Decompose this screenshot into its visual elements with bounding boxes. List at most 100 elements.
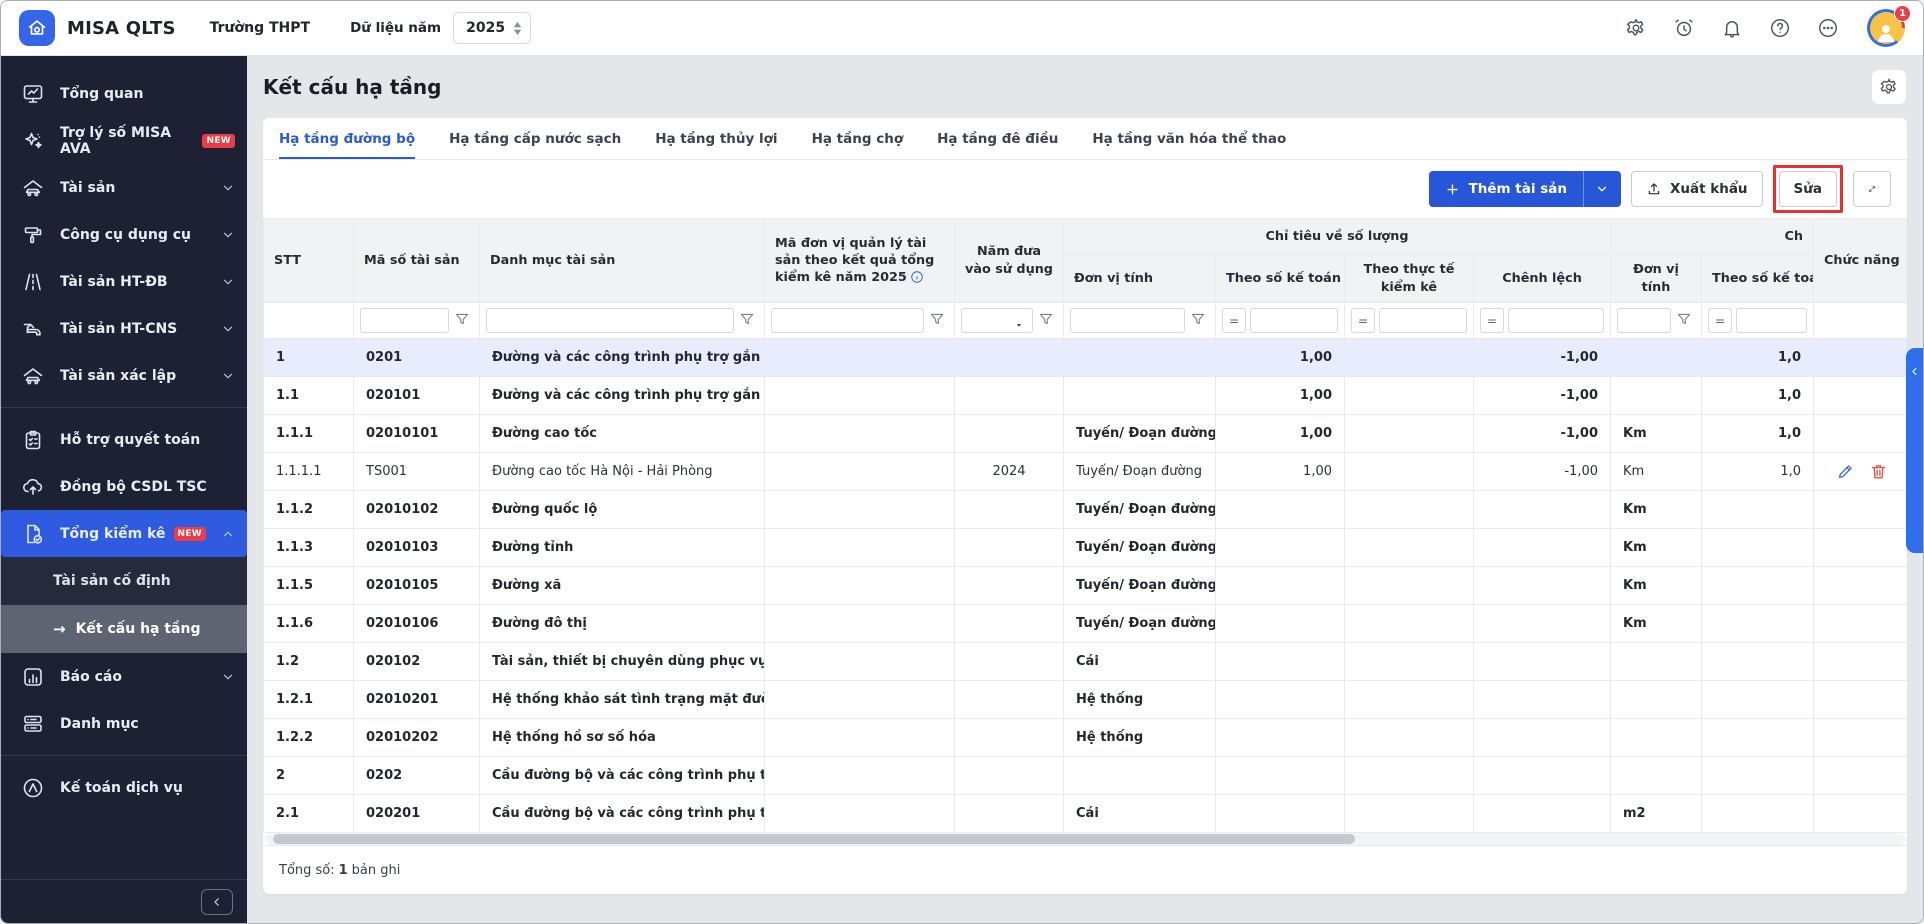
add-asset-button[interactable]: Thêm tài sản (1429, 171, 1583, 207)
app-logo-icon[interactable] (19, 10, 55, 46)
cell (1345, 643, 1474, 681)
scrollbar-thumb[interactable] (273, 834, 1355, 844)
data-year-select[interactable]: 2025 (453, 12, 531, 44)
more-options-icon[interactable] (1817, 17, 1839, 39)
info-icon[interactable] (910, 270, 924, 284)
chevron-down-icon (221, 670, 235, 684)
cell: 1,0 (1702, 453, 1814, 491)
funnel-icon[interactable] (928, 311, 948, 331)
filter-input[interactable] (486, 308, 734, 333)
cell (765, 643, 955, 681)
sidebar-item[interactable]: Danh mục (1, 700, 247, 747)
right-panel-handle[interactable] (1906, 348, 1923, 553)
sidebar-item[interactable]: Tài sản HT-CNS (1, 305, 247, 352)
cell: 02010201 (354, 681, 480, 719)
actions-cell (1814, 757, 1907, 795)
help-icon[interactable] (1769, 17, 1791, 39)
tab-1[interactable]: Hạ tầng đường bộ (279, 118, 415, 159)
filter-input[interactable] (360, 308, 449, 333)
table-row[interactable]: 20202Cầu đường bộ và các công trình phụ … (264, 757, 1908, 795)
filter-number-input[interactable] (1379, 308, 1467, 333)
reminder-clock-icon[interactable] (1673, 17, 1695, 39)
cell (955, 491, 1064, 529)
table-row[interactable]: 1.1.302010103Đường tỉnhTuyến/ Đoạn đường… (264, 529, 1908, 567)
edit-row-icon[interactable] (1836, 462, 1855, 481)
table-row[interactable]: 1.1.202010102Đường quốc lộTuyến/ Đoạn đư… (264, 491, 1908, 529)
filter-equals-operator[interactable]: = (1708, 308, 1732, 333)
sidebar-subitem[interactable]: →Kết cấu hạ tầng (1, 605, 247, 653)
filter-equals-operator[interactable]: = (1351, 308, 1375, 333)
funnel-icon[interactable] (1189, 311, 1209, 331)
table-row[interactable]: 1.2020102Tài sản, thiết bị chuyên dùng p… (264, 643, 1908, 681)
filter-number-input[interactable] (1736, 308, 1807, 333)
table-row[interactable]: 10201Đường và các công trình phụ trợ gắn… (264, 339, 1908, 377)
sidebar-item[interactable]: Tổng kiểm kêNEW (1, 510, 247, 557)
fullscreen-expand-button[interactable] (1853, 171, 1891, 207)
horizontal-scrollbar[interactable] (265, 833, 1905, 845)
tab-3[interactable]: Hạ tầng thủy lợi (655, 118, 777, 159)
cell (1702, 605, 1814, 643)
total-suffix: bản ghi (352, 863, 401, 878)
notifications-bell-icon[interactable] (1721, 17, 1743, 39)
tab-2[interactable]: Hạ tầng cấp nước sạch (449, 118, 621, 159)
table-row[interactable]: 1.2.102010201Hệ thống khảo sát tình trạn… (264, 681, 1908, 719)
filter-equals-operator[interactable]: = (1222, 308, 1246, 333)
sidebar-item[interactable]: Trợ lý số MISA AVANEW (1, 117, 247, 164)
funnel-icon[interactable] (738, 311, 758, 331)
chevron-down-icon (1595, 182, 1609, 196)
table-row[interactable]: 1.1.602010106Đường đô thịTuyến/ Đoạn đườ… (264, 605, 1908, 643)
user-avatar[interactable]: 1 (1867, 9, 1905, 47)
filter-number-input[interactable] (1508, 308, 1604, 333)
sidebar-collapse-button[interactable] (201, 889, 233, 915)
tab-6[interactable]: Hạ tầng văn hóa thể thao (1092, 118, 1286, 159)
funnel-icon[interactable] (1675, 311, 1695, 331)
table-row[interactable]: 2.1020201Cầu đường bộ và các công trình … (264, 795, 1908, 833)
cell: 1,00 (1216, 415, 1345, 453)
export-button[interactable]: Xuất khẩu (1631, 171, 1763, 207)
cell: Đường cao tốc (480, 415, 765, 453)
filter-input[interactable] (771, 308, 924, 333)
group-header-quantity: Chỉ tiêu về số lượng (1064, 219, 1611, 255)
cell (1611, 643, 1702, 681)
sidebar-item[interactable]: Tổng quan (1, 70, 247, 117)
cell (1611, 719, 1702, 757)
sidebar-subitem[interactable]: Tài sản cố định (1, 557, 247, 605)
table-row[interactable]: 1.1.502010105Đường xãTuyến/ Đoạn đườngKm (264, 567, 1908, 605)
sidebar-item-label: Báo cáo (60, 669, 122, 685)
filter-year-select[interactable] (961, 308, 1033, 333)
sidebar-item[interactable]: Báo cáo (1, 653, 247, 700)
filter-number-input[interactable] (1250, 308, 1338, 333)
sidebar-item[interactable]: Tài sản (1, 164, 247, 211)
funnel-icon[interactable] (453, 311, 473, 331)
col-header-unit-code: Mã đơn vị quản lý tài sản theo kết quả t… (765, 219, 955, 303)
col-header-per-books-qty: Theo số kế toán (1216, 255, 1345, 303)
tool-icon (21, 223, 45, 247)
sidebar-item[interactable]: Hỗ trợ quyết toán (1, 416, 247, 463)
page-title: Kết cấu hạ tầng (263, 75, 441, 99)
table-row[interactable]: 1.2.202010202Hệ thống hồ sơ số hóaHệ thố… (264, 719, 1908, 757)
funnel-icon[interactable] (1037, 311, 1057, 331)
filter-input[interactable] (1617, 308, 1671, 333)
table-row[interactable]: 1.1020101Đường và các công trình phụ trợ… (264, 377, 1908, 415)
table-row[interactable]: 1.1.102010101Đường cao tốcTuyến/ Đoạn đư… (264, 415, 1908, 453)
delete-row-icon[interactable] (1869, 462, 1888, 481)
table-row[interactable]: 1.1.1.1TS001Đường cao tốc Hà Nội - Hải P… (264, 453, 1908, 491)
brand-title: MISA QLTS (67, 18, 176, 39)
tab-4[interactable]: Hạ tầng chợ (812, 118, 904, 159)
filter-equals-operator[interactable]: = (1480, 308, 1504, 333)
sidebar-item[interactable]: Kế toán dịch vụ (1, 764, 247, 811)
add-asset-dropdown-button[interactable] (1583, 171, 1621, 207)
settings-gear-icon[interactable] (1625, 17, 1647, 39)
filter-input[interactable] (1070, 308, 1185, 333)
actions-cell (1814, 339, 1907, 377)
tab-5[interactable]: Hạ tầng đê điều (937, 118, 1058, 159)
sidebar-item[interactable]: Đồng bộ CSDL TSC (1, 463, 247, 510)
sidebar-item[interactable]: Tài sản HT-ĐB (1, 258, 247, 305)
sidebar-item[interactable]: Công cụ dụng cụ (1, 211, 247, 258)
sidebar-item[interactable]: Tài sản xác lập (1, 352, 247, 399)
edit-button[interactable]: Sửa (1779, 171, 1837, 207)
cell (1345, 339, 1474, 377)
cell: 1.2 (264, 643, 354, 681)
page-settings-button[interactable] (1871, 69, 1907, 105)
year-spinner-icon[interactable] (513, 22, 522, 35)
